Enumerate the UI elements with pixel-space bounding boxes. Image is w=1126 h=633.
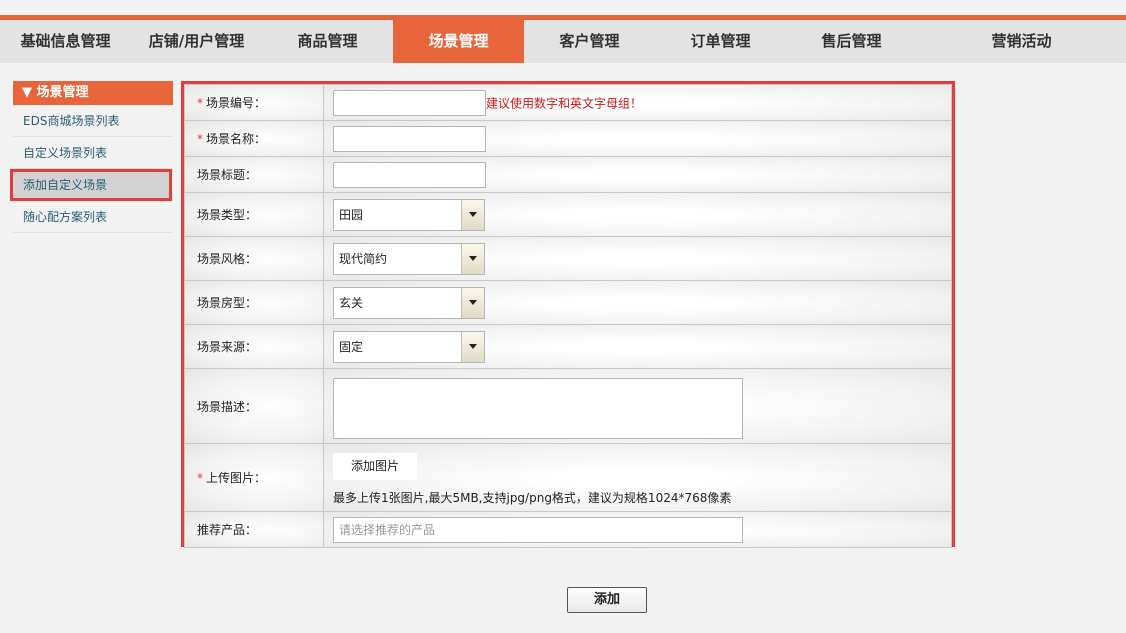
scene-source-label: 场景来源： <box>184 324 324 369</box>
scene-source-select[interactable]: 固定 <box>333 330 485 363</box>
chevron-down-icon[interactable] <box>461 243 484 274</box>
scene-desc-label: 场景描述： <box>184 368 324 444</box>
sidebar: ▼ 场景管理 EDS商城场景列表 自定义场景列表 添加自定义场景 随心配方案列表 <box>10 81 173 233</box>
nav-basic-info[interactable]: 基础信息管理 <box>0 20 131 63</box>
add-button[interactable]: 添加 <box>567 587 647 613</box>
nav-scenes[interactable]: 场景管理 <box>393 20 524 63</box>
scene-style-value: 现代简约 <box>339 252 388 266</box>
scene-title-label: 场景标题： <box>184 156 324 193</box>
row-scene-source: 场景来源： 固定 <box>184 324 952 369</box>
nav-orders[interactable]: 订单管理 <box>655 20 786 63</box>
required-mark: * <box>197 132 203 146</box>
scene-room-select[interactable]: 玄关 <box>333 286 485 319</box>
sidebar-title[interactable]: ▼ 场景管理 <box>13 81 173 105</box>
chevron-down-icon[interactable] <box>461 287 484 318</box>
add-image-button[interactable]: 添加图片 <box>333 453 417 480</box>
scene-name-input[interactable] <box>333 125 486 152</box>
sidebar-item-custom-scene-list[interactable]: 自定义场景列表 <box>13 137 173 169</box>
recommend-label: 推荐产品： <box>184 511 324 548</box>
row-scene-room: 场景房型： 玄关 <box>184 280 952 325</box>
sidebar-item-eds-scene-list[interactable]: EDS商城场景列表 <box>13 105 173 137</box>
scene-code-input[interactable] <box>333 89 486 116</box>
upload-label: 上传图片： <box>206 471 267 485</box>
row-scene-style: 场景风格： 现代简约 <box>184 236 952 281</box>
scene-room-value: 玄关 <box>339 296 364 310</box>
main-nav: 基础信息管理 店铺/用户管理 商品管理 场景管理 客户管理 订单管理 售后管理 … <box>0 20 1126 63</box>
row-recommend: 推荐产品： <box>184 511 952 548</box>
row-scene-name: * 场景名称： <box>184 120 952 157</box>
nav-customers[interactable]: 客户管理 <box>524 20 655 63</box>
row-scene-title: 场景标题： <box>184 156 952 193</box>
nav-marketing[interactable]: 营销活动 <box>917 20 1126 63</box>
scene-title-input[interactable] <box>333 161 486 188</box>
scene-code-hint: 建议使用数字和英文字母组！ <box>486 96 643 110</box>
scene-code-label: 场景编号： <box>206 96 267 110</box>
chevron-down-icon[interactable] <box>461 331 484 362</box>
row-scene-code: * 场景编号： 建议使用数字和英文字母组！ <box>184 84 952 121</box>
scene-type-select[interactable]: 田园 <box>333 198 485 231</box>
nav-products[interactable]: 商品管理 <box>262 20 393 63</box>
scene-room-label: 场景房型： <box>184 280 324 325</box>
chevron-down-icon[interactable] <box>461 199 484 230</box>
recommend-product-input[interactable] <box>333 516 743 543</box>
row-scene-type: 场景类型： 田园 <box>184 192 952 237</box>
scene-form: * 场景编号： 建议使用数字和英文字母组！ * 场景名称： 场景标题： 场景类型： … <box>181 81 955 548</box>
sidebar-item-add-custom-scene[interactable]: 添加自定义场景 <box>10 169 172 201</box>
scene-style-select[interactable]: 现代简约 <box>333 242 485 275</box>
scene-source-value: 固定 <box>339 340 364 354</box>
scene-type-label: 场景类型： <box>184 192 324 237</box>
row-upload: * 上传图片： 添加图片 最多上传1张图片,最大5MB,支持jpg/png格式，建… <box>184 443 952 512</box>
nav-after-sales[interactable]: 售后管理 <box>786 20 917 63</box>
scene-name-label: 场景名称： <box>206 132 267 146</box>
scene-desc-textarea[interactable] <box>333 377 743 439</box>
required-mark: * <box>197 96 203 110</box>
nav-store-user[interactable]: 店铺/用户管理 <box>131 20 262 63</box>
scene-style-label: 场景风格： <box>184 236 324 281</box>
form-table: * 场景编号： 建议使用数字和英文字母组！ * 场景名称： 场景标题： 场景类型： … <box>184 84 952 548</box>
row-scene-desc: 场景描述： <box>184 368 952 444</box>
required-mark: * <box>197 471 203 485</box>
scene-type-value: 田园 <box>339 208 364 222</box>
sidebar-item-combo-plan-list[interactable]: 随心配方案列表 <box>13 201 173 233</box>
upload-note: 最多上传1张图片,最大5MB,支持jpg/png格式，建议为规格1024*768… <box>333 491 732 505</box>
